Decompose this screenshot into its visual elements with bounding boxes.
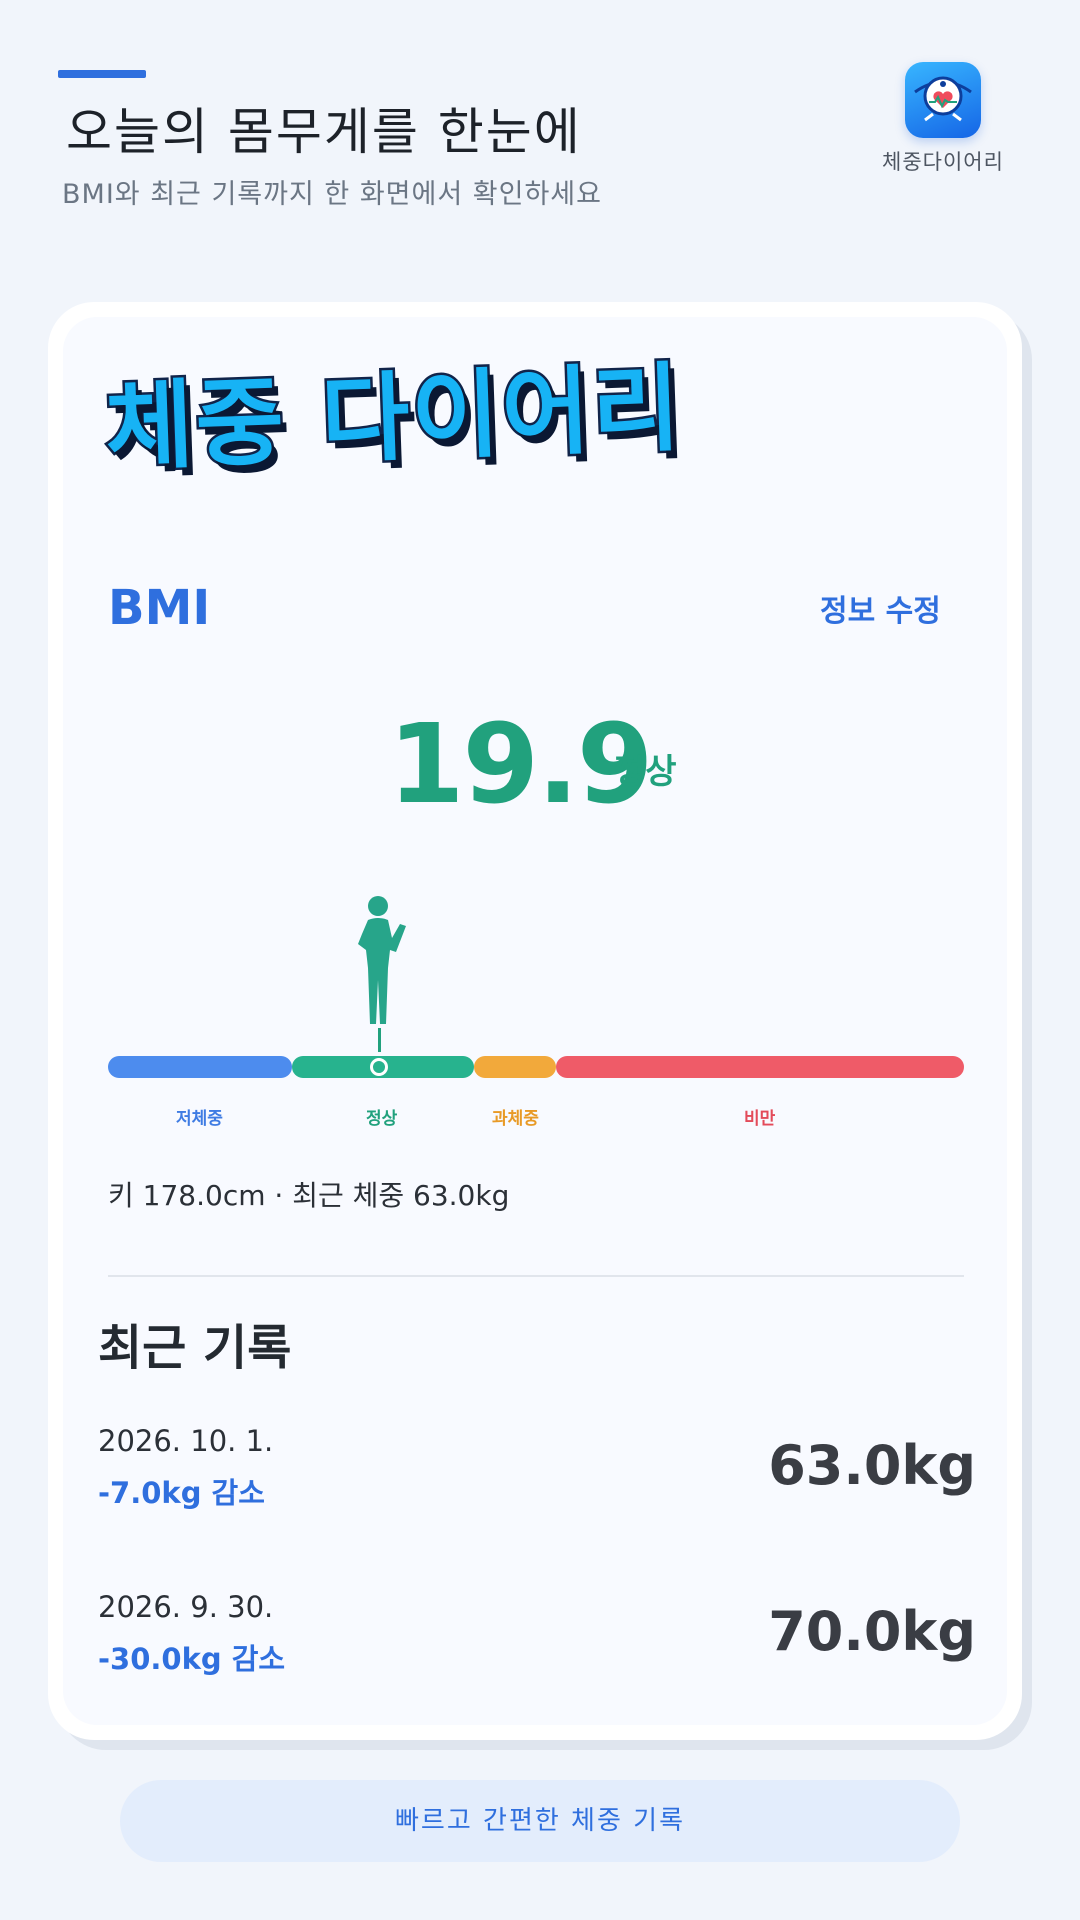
- scale-heart-icon: [905, 62, 981, 138]
- scale-label-normal: 정상: [366, 1109, 398, 1129]
- scale-segment-underweight: [108, 1056, 292, 1078]
- diary-logo-title: 체중 다이어리: [101, 349, 687, 486]
- bmi-label: BMI: [108, 580, 211, 636]
- record-date: 2026. 9. 30.: [98, 1590, 274, 1624]
- record-change: -30.0kg 감소: [98, 1642, 286, 1676]
- record-change: -7.0kg 감소: [98, 1476, 265, 1510]
- scale-label-overweight: 과체중: [492, 1109, 539, 1129]
- recent-records-heading: 최근 기록: [98, 1320, 292, 1376]
- quick-record-tagline: 빠르고 간편한 체중 기록: [120, 1780, 960, 1862]
- record-item[interactable]: 2026. 9. 30. -30.0kg 감소 70.0kg: [98, 1586, 976, 1696]
- record-weight: 70.0kg: [768, 1600, 976, 1663]
- record-weight: 63.0kg: [768, 1434, 976, 1497]
- page-subtitle: BMI와 최근 기록까지 한 화면에서 확인하세요: [62, 179, 602, 210]
- height-weight-summary: 키 178.0cm · 최근 체중 63.0kg: [108, 1179, 510, 1212]
- section-divider: [108, 1275, 964, 1277]
- scale-label-obese: 비만: [744, 1109, 776, 1129]
- bmi-scale: 저체중 정상 과체중 비만: [108, 880, 964, 1140]
- app-name: 체중다이어리: [882, 150, 1004, 174]
- bmi-value: 19.9: [388, 700, 653, 828]
- bmi-marker-dot: [370, 1058, 388, 1076]
- app-badge[interactable]: 체중다이어리: [868, 62, 1018, 176]
- page-title: 오늘의 몸무게를 한눈에: [66, 103, 582, 161]
- record-date: 2026. 10. 1.: [98, 1424, 274, 1458]
- header-accent-line: [58, 70, 146, 78]
- record-item[interactable]: 2026. 10. 1. -7.0kg 감소 63.0kg: [98, 1420, 976, 1530]
- bmi-marker-stem: [378, 1028, 381, 1052]
- bmi-status: 정상: [614, 752, 677, 792]
- scale-label-underweight: 저체중: [176, 1109, 223, 1129]
- scale-segment-overweight: [474, 1056, 556, 1078]
- person-figure-icon: [358, 896, 406, 1024]
- scale-segment-obese: [556, 1056, 964, 1078]
- edit-info-button[interactable]: 정보 수정: [820, 586, 941, 630]
